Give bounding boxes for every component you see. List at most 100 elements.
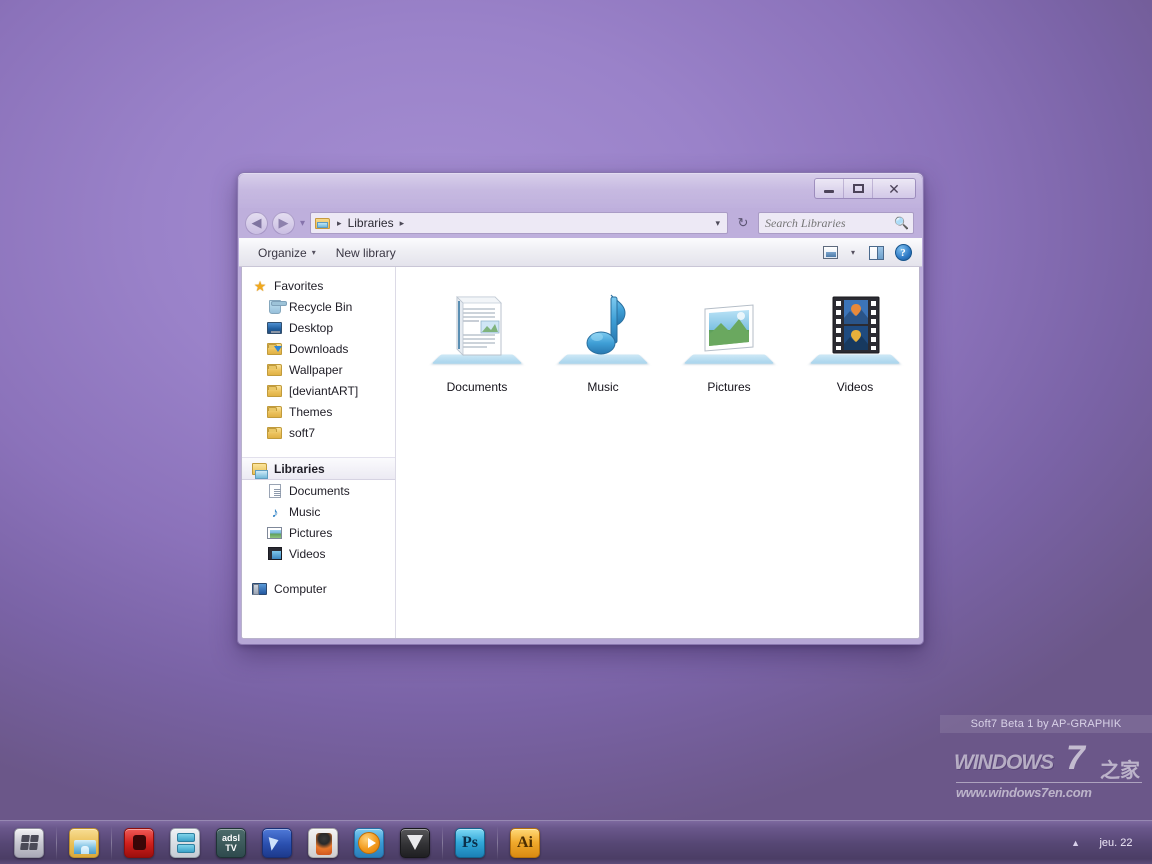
chevron-down-icon: ▾ <box>850 248 855 257</box>
show-hidden-icons-icon[interactable]: ▲ <box>1071 838 1080 848</box>
illustrator-button[interactable]: Ai <box>502 824 548 862</box>
media-player-button[interactable] <box>346 824 392 862</box>
content-pane[interactable]: Documents Music Pictures Videos <box>396 267 919 638</box>
music-icon: ♪ <box>271 503 279 520</box>
library-tile-label: Documents <box>446 380 508 394</box>
breadcrumb-libraries[interactable]: Libraries <box>345 215 397 231</box>
sidebar-item-videos[interactable]: Videos <box>242 543 395 564</box>
search-input[interactable] <box>765 215 895 231</box>
clock[interactable]: jeu. 22 <box>1088 836 1144 850</box>
folder-icon <box>267 404 283 420</box>
address-input[interactable]: ▸ Libraries ▸ ▾ <box>310 212 728 234</box>
sidebar-item-label: Desktop <box>289 320 334 335</box>
portrait-icon <box>308 827 338 858</box>
forward-icon: ▶ <box>278 215 289 230</box>
sidebar-item-recycle-bin[interactable]: Recycle Bin <box>242 296 395 317</box>
sidebar-item-label: Pictures <box>289 525 333 540</box>
library-tile-label: Music <box>587 380 619 394</box>
documents-icon <box>267 483 283 499</box>
change-view-button[interactable] <box>817 242 843 264</box>
library-tile-pictures[interactable]: Pictures <box>666 281 792 398</box>
change-view-dropdown[interactable]: ▾ <box>844 242 862 264</box>
explorer-button[interactable] <box>61 824 107 862</box>
library-tile-label: Pictures <box>707 380 751 394</box>
adsltv-button[interactable]: adsl TV <box>208 824 254 862</box>
system-tray[interactable]: ▲ jeu. 22 <box>1071 821 1152 864</box>
sidebar-item-libraries[interactable]: Libraries <box>242 457 395 480</box>
library-tile-music[interactable]: Music <box>540 281 666 398</box>
sidebar-item-favorites[interactable]: ★ Favorites <box>242 275 395 296</box>
search-box[interactable]: 🔍 <box>758 212 914 234</box>
sidebar-item-label: Favorites <box>274 278 324 293</box>
explorer-window[interactable]: ✕ ◀ ▶ ▾ ▸ Libraries ▸ ▾ ↻ Search Librari… <box>237 172 924 645</box>
back-button[interactable]: ◀ <box>245 211 268 235</box>
taskbar-separator <box>497 825 498 860</box>
help-button[interactable]: ? <box>890 242 916 264</box>
sidebar-item-label: Wallpaper <box>289 362 343 377</box>
search-icon: 🔍 <box>894 216 909 230</box>
watermark-overlay: Soft7 Beta 1 by AP-GRAPHIK WINDOWS 7 之家 … <box>940 710 1152 824</box>
sidebar-item-themes[interactable]: Themes <box>242 401 395 422</box>
folder-icon <box>69 827 99 858</box>
start-button[interactable] <box>6 824 52 862</box>
taskbar[interactable]: adsl TV Ps Ai ▲ jeu. 22 <box>0 820 1152 864</box>
two-bars-icon <box>170 827 200 858</box>
adsl-line1: adsl <box>221 832 240 843</box>
minimize-button[interactable] <box>815 179 844 198</box>
sidebar-item-label: Videos <box>289 546 326 561</box>
address-dropdown-icon[interactable]: ▾ <box>711 218 724 229</box>
sidebar-item-deviantart[interactable]: [deviantART] <box>242 380 395 401</box>
pictures-library-icon <box>681 287 777 375</box>
navigation-pane[interactable]: ★ Favorites Recycle Bin Desktop Download… <box>242 267 396 638</box>
sidebar-item-pictures[interactable]: Pictures <box>242 522 395 543</box>
sidebar-item-desktop[interactable]: Desktop <box>242 317 395 338</box>
new-library-button[interactable]: New library <box>327 243 405 263</box>
sidebar-item-label: Documents <box>289 483 350 498</box>
command-bar-right: ▾ ? <box>817 242 916 264</box>
refresh-icon: ↻ <box>737 215 749 230</box>
breadcrumb-arrow-icon[interactable]: ▸ <box>397 218 408 229</box>
watermark-brand-number: 7 <box>1066 739 1085 777</box>
sidebar-item-music[interactable]: ♪ Music <box>242 501 395 522</box>
preview-pane-button[interactable] <box>863 242 889 264</box>
close-button[interactable]: ✕ <box>873 179 915 198</box>
sidebar-item-label: Downloads <box>289 341 349 356</box>
sidebar-item-documents[interactable]: Documents <box>242 480 395 501</box>
organize-button[interactable]: Organize ▾ <box>249 243 325 263</box>
folder-icon <box>267 425 283 441</box>
forward-button[interactable]: ▶ <box>272 211 295 235</box>
red-square-icon <box>124 827 154 858</box>
watermark-logo: WINDOWS 7 之家 www.windows7en.com <box>954 739 1144 810</box>
sidebar-item-wallpaper[interactable]: Wallpaper <box>242 359 395 380</box>
app-red-button[interactable] <box>116 824 162 862</box>
illustrator-icon: Ai <box>510 827 540 858</box>
window-titlebar[interactable]: ✕ <box>239 174 922 208</box>
photoshop-icon: Ps <box>455 827 485 858</box>
app-blue-button[interactable] <box>162 824 208 862</box>
maximize-icon <box>852 184 864 193</box>
sidebar-item-downloads[interactable]: Downloads <box>242 338 395 359</box>
sidebar-item-soft7[interactable]: soft7 <box>242 422 395 443</box>
adsl-line2: TV <box>225 842 237 853</box>
minimize-icon <box>824 189 834 193</box>
taskbar-separator <box>111 825 112 860</box>
maximize-button[interactable] <box>844 179 873 198</box>
watermark-url: www.windows7en.com <box>956 782 1142 800</box>
app-bird-button[interactable] <box>254 824 300 862</box>
windows-logo-icon <box>14 827 44 858</box>
chevron-down-icon: ▾ <box>311 248 316 257</box>
photoshop-button[interactable]: Ps <box>447 824 493 862</box>
sidebar-item-computer[interactable]: Computer <box>242 578 395 599</box>
library-tile-documents[interactable]: Documents <box>414 281 540 398</box>
app-photo-button[interactable] <box>300 824 346 862</box>
app-fox-button[interactable] <box>392 824 438 862</box>
desktop[interactable]: ✕ ◀ ▶ ▾ ▸ Libraries ▸ ▾ ↻ Search Librari… <box>0 0 1152 864</box>
nav-history-dropdown[interactable]: ▾ <box>300 218 305 229</box>
sidebar-item-label: Themes <box>289 404 333 419</box>
library-tile-videos[interactable]: Videos <box>792 281 918 398</box>
sidebar-item-label: [deviantART] <box>289 383 359 398</box>
address-bar-row: ◀ ▶ ▾ ▸ Libraries ▸ ▾ ↻ 🔍 <box>239 208 922 238</box>
refresh-button[interactable]: ↻ <box>732 212 754 234</box>
